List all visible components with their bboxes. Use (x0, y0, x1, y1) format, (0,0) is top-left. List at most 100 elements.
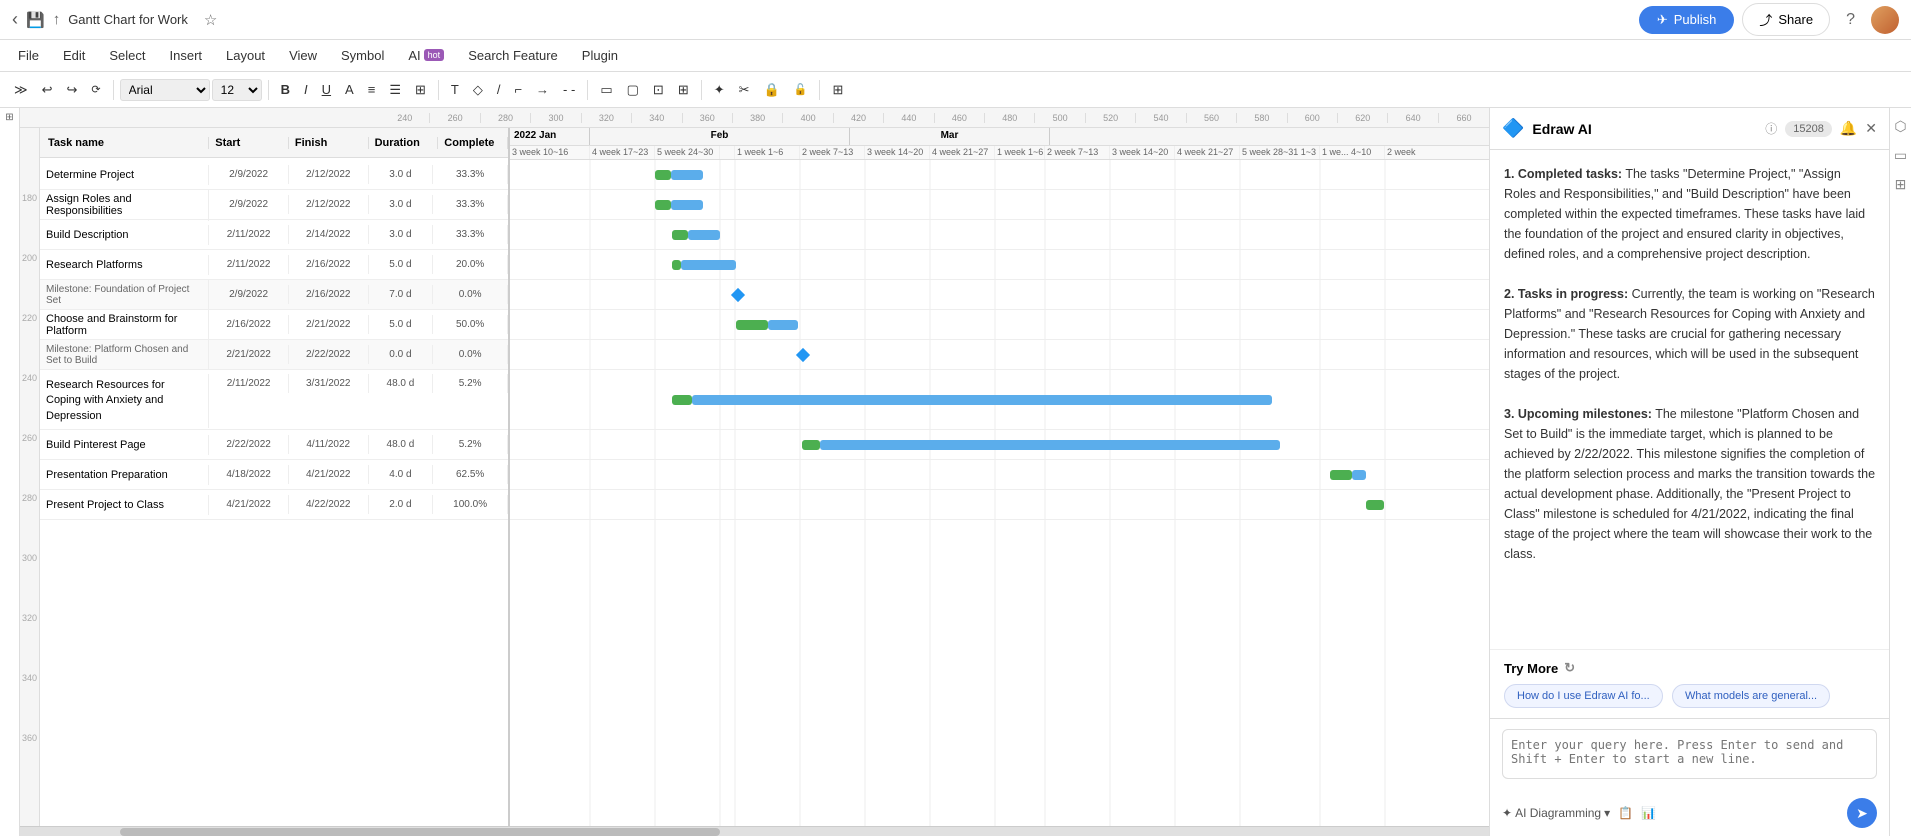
text-button[interactable]: T (445, 79, 465, 100)
close-icon[interactable]: ✕ (1865, 120, 1877, 137)
menu-select[interactable]: Select (99, 44, 155, 67)
share-button[interactable]: ⤴ Share (1742, 3, 1830, 36)
toolbar-separator-4 (587, 80, 588, 100)
canvas-scrollbar[interactable] (20, 826, 1489, 836)
menu-file[interactable]: File (8, 44, 49, 67)
collapse-button[interactable]: ≫ (8, 79, 34, 101)
canvas-area: 240 260 280 300 320 340 360 380 400 420 … (20, 108, 1489, 836)
task-dur-4: 5.0 d (369, 255, 434, 274)
help-circle-icon[interactable]: ⓘ (1765, 120, 1777, 137)
table-row[interactable]: Determine Project 2/9/2022 2/12/2022 3.0… (40, 160, 508, 190)
line-button[interactable]: / (491, 79, 507, 100)
undo-button[interactable]: ↩ (36, 79, 59, 101)
task-comp-11: 100.0% (433, 495, 508, 514)
menu-search[interactable]: Search Feature (458, 44, 568, 67)
unlock-button[interactable]: 🔓 (788, 80, 814, 99)
menu-layout[interactable]: Layout (216, 44, 275, 67)
task-start-8: 2/11/2022 (209, 374, 289, 393)
align2-button[interactable]: ☰ (383, 79, 407, 101)
menu-ai[interactable]: AI hot (398, 44, 454, 67)
rect-button[interactable]: ▭ (594, 79, 618, 101)
title-icon-save[interactable]: 💾 (26, 11, 45, 29)
task-finish-8: 3/31/2022 (289, 374, 369, 393)
right-panel-icon-3[interactable]: ⊞ (1895, 176, 1907, 193)
menu-view[interactable]: View (279, 44, 327, 67)
font-family-select[interactable]: Arial (120, 79, 210, 101)
italic-button[interactable]: I (298, 79, 314, 100)
select-button[interactable]: ✦ (708, 79, 731, 101)
chart-row-7 (510, 340, 1489, 370)
table-row[interactable]: Present Project to Class 4/21/2022 4/22/… (40, 490, 508, 520)
rounded-button[interactable]: ▢ (621, 79, 645, 101)
ai-action-2-button[interactable]: 📊 (1641, 806, 1656, 820)
doc-icon: 📋 (1618, 806, 1633, 820)
suggestion-2-button[interactable]: What models are general... (1672, 684, 1830, 708)
menu-symbol[interactable]: Symbol (331, 44, 394, 67)
table-button[interactable]: ⊞ (826, 79, 849, 101)
table-row[interactable]: Presentation Preparation 4/18/2022 4/21/… (40, 460, 508, 490)
table-row-milestone[interactable]: Milestone: Platform Chosen and Set to Bu… (40, 340, 508, 370)
align-button[interactable]: ≡ (362, 79, 382, 100)
ai-query-input[interactable] (1502, 729, 1877, 779)
underline-button[interactable]: U (316, 79, 337, 100)
task-name-3: Build Description (40, 225, 209, 245)
group-button[interactable]: ⊞ (672, 79, 695, 101)
font-size-select[interactable]: 12 (212, 79, 262, 101)
task-name-6: Choose and Brainstorm for Platform (40, 309, 209, 341)
right-panel-icon-1[interactable]: ⬡ (1894, 118, 1906, 135)
menu-insert[interactable]: Insert (160, 44, 213, 67)
task-start-10: 4/18/2022 (209, 465, 289, 484)
ai-send-button[interactable]: ➤ (1847, 798, 1877, 828)
table-row-milestone[interactable]: Milestone: Foundation of Project Set 2/9… (40, 280, 508, 310)
task-dur-7: 0.0 d (369, 345, 434, 364)
connector-button[interactable]: ⌐ (508, 79, 528, 100)
vertical-ruler: 180 200 220 240 260 280 300 320 340 360 (20, 128, 40, 826)
help-icon[interactable]: ? (1846, 11, 1855, 29)
ai-action-1-button[interactable]: 📋 (1618, 806, 1633, 820)
col-header-finish: Finish (289, 137, 369, 149)
frame-button[interactable]: ⊡ (647, 79, 670, 101)
crop-button[interactable]: ✂ (733, 79, 756, 101)
bold-button[interactable]: B (275, 79, 296, 100)
back-icon[interactable]: ‹ (12, 9, 18, 30)
redo-button[interactable]: ↪ (61, 79, 84, 101)
bar-green-3 (672, 230, 688, 240)
menu-plugin[interactable]: Plugin (572, 44, 628, 67)
task-name-7: Milestone: Platform Chosen and Set to Bu… (40, 340, 209, 370)
task-comp-7: 0.0% (433, 345, 508, 364)
scrollbar-thumb[interactable] (120, 828, 720, 836)
table-row[interactable]: Build Pinterest Page 2/22/2022 4/11/2022… (40, 430, 508, 460)
publish-button[interactable]: ✈ Publish (1639, 6, 1735, 34)
right-panel-icon-2[interactable]: ▭ (1894, 147, 1907, 164)
lock-button[interactable]: 🔒 (758, 79, 786, 101)
font-color-button[interactable]: A (339, 79, 360, 100)
table-row[interactable]: Research Platforms 2/11/2022 2/16/2022 5… (40, 250, 508, 280)
suggestion-1-button[interactable]: How do I use Edraw AI fo... (1504, 684, 1663, 708)
bar-blue-1 (671, 170, 703, 180)
refresh-icon[interactable]: ↻ (1564, 660, 1575, 676)
table-row[interactable]: Build Description 2/11/2022 2/14/2022 3.… (40, 220, 508, 250)
menu-edit[interactable]: Edit (53, 44, 95, 67)
title-icon-star[interactable]: ☆ (204, 11, 217, 29)
point2-text: Currently, the team is working on "Resea… (1504, 287, 1875, 381)
task-name-5: Milestone: Foundation of Project Set (40, 280, 209, 310)
bar-green-1 (655, 170, 671, 180)
ai-input-area (1490, 718, 1889, 792)
bar-green-2 (655, 200, 671, 210)
align3-button[interactable]: ⊞ (409, 79, 432, 101)
table-row[interactable]: Research Resources for Coping with Anxie… (40, 370, 508, 430)
title-icon-export[interactable]: ↑ (53, 11, 61, 28)
task-comp-8: 5.2% (433, 374, 508, 393)
task-start-5: 2/9/2022 (209, 285, 289, 304)
bell-icon[interactable]: 🔔 (1840, 120, 1857, 137)
arrow-button[interactable]: → (530, 79, 555, 100)
ai-diagramming-button[interactable]: ✦ AI Diagramming ▾ (1502, 806, 1610, 820)
history-button[interactable]: ⟳ (85, 80, 106, 99)
left-panel-icon[interactable]: ⊞ (5, 112, 13, 123)
shape-button[interactable]: ◇ (467, 79, 489, 101)
ai-try-more-section: Try More ↻ How do I use Edraw AI fo... W… (1490, 649, 1889, 718)
dashed-button[interactable]: - - (557, 79, 581, 100)
table-row[interactable]: Assign Roles and Responsibilities 2/9/20… (40, 190, 508, 220)
avatar[interactable] (1871, 6, 1899, 34)
table-row[interactable]: Choose and Brainstorm for Platform 2/16/… (40, 310, 508, 340)
